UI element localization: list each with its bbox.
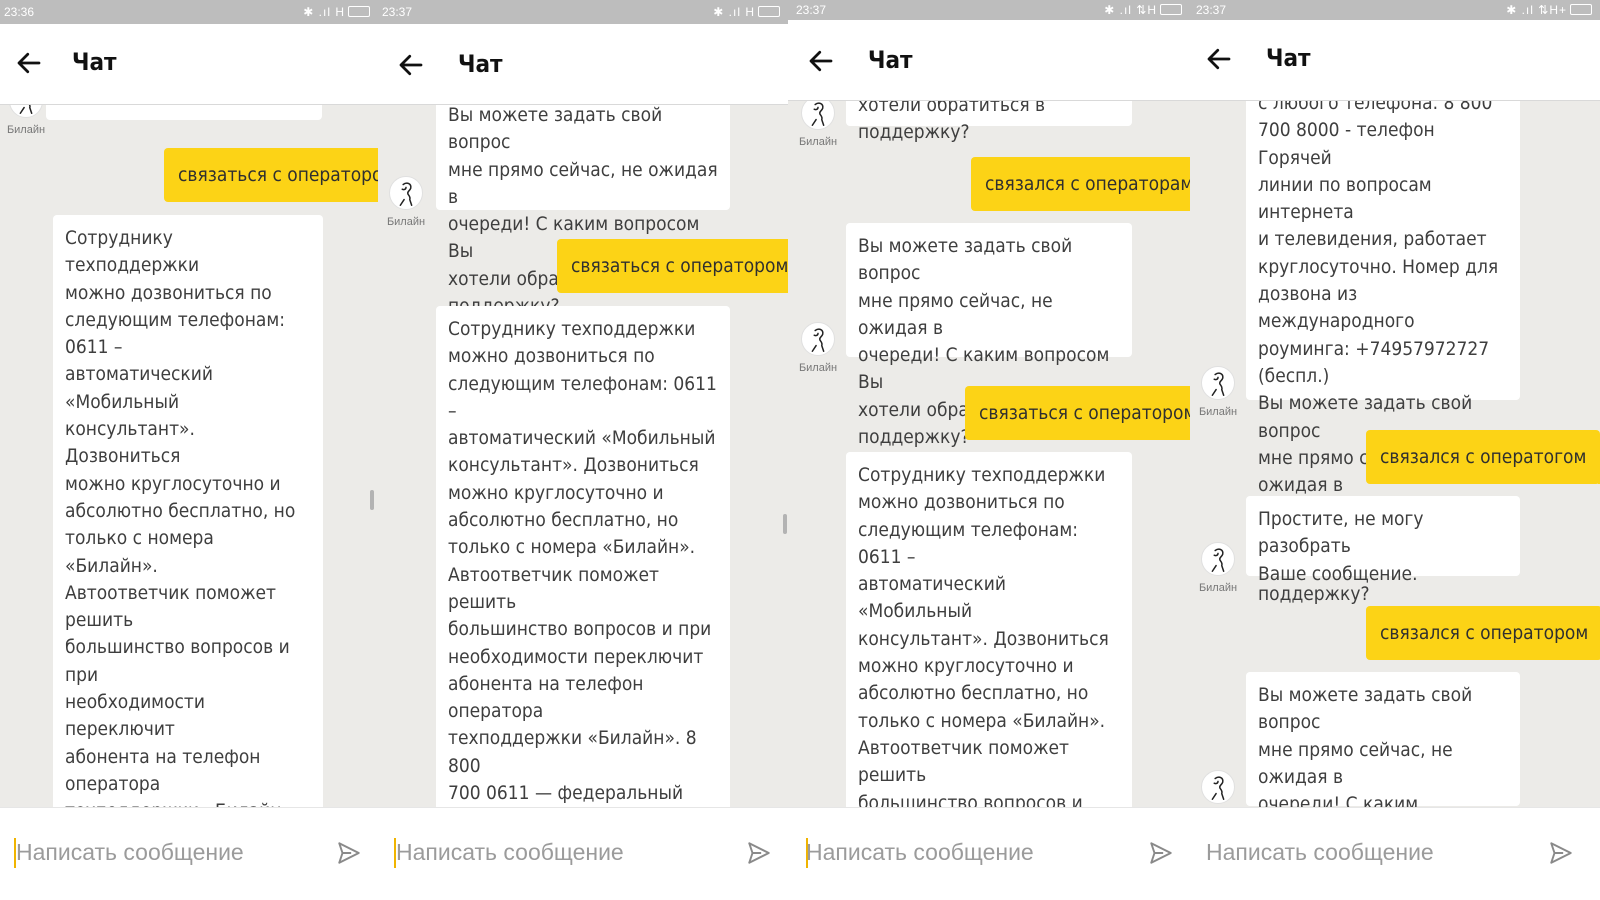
page-title: Чат (868, 46, 913, 74)
user-message: связаться с оператором (965, 386, 1190, 440)
beeline-avatar-icon (801, 100, 835, 130)
status-bar: 23:37 ✱ .ıl H (378, 0, 788, 24)
chat-screen-3: 23:37 ✱ .ıl ⇅H Чат хотели обратиться в п… (788, 0, 1190, 900)
status-time: 23:36 (4, 5, 35, 19)
chat-screen-2: 23:37 ✱ .ıl H Чат Вы можете задать свой … (378, 0, 788, 900)
user-message: связаться с оператором (557, 239, 788, 293)
status-bar: 23:37 ✱ .ıl ⇅H+ (1190, 0, 1600, 20)
send-icon[interactable] (336, 840, 362, 866)
back-arrow-icon[interactable] (806, 46, 836, 76)
message-input[interactable]: Написать сообщение (396, 839, 624, 866)
status-icons: ✱ .ıl ⇅H (1104, 3, 1182, 17)
bot-name: Билайн (798, 362, 838, 374)
scroll-indicator[interactable] (370, 490, 374, 510)
bot-message (46, 104, 322, 120)
app-bar: Чат (378, 24, 788, 105)
status-icons: ✱ .ıl H (303, 5, 370, 19)
bot-message: Вы можете задать свой вопрос мне прямо с… (436, 104, 730, 317)
beeline-avatar-icon (801, 322, 835, 356)
bot-message: Вы можете задать свой вопрос мне прямо с… (1246, 672, 1520, 808)
bot-message: Простите, не могу разобрать Ваше сообщен… (1246, 496, 1520, 585)
bot-message: Вы можете задать свой вопрос мне прямо с… (846, 223, 1132, 448)
bot-avatar: Билайн (1198, 366, 1238, 418)
bot-avatar: Билайн (1198, 542, 1238, 594)
message-input[interactable]: Написать сообщение (1206, 839, 1434, 866)
user-message: связался с оператогом (1366, 430, 1600, 484)
bot-avatar (1198, 770, 1238, 808)
chat-thread[interactable]: с любого телефона. 8 800 700 8000 - теле… (1190, 100, 1600, 808)
send-icon[interactable] (1548, 840, 1574, 866)
chat-screen-1: 23:36 ✱ .ıl H Чат Билайн связаться с опе… (0, 0, 378, 900)
status-icons: ✱ .ıl ⇅H+ (1506, 3, 1592, 17)
beeline-avatar-icon (389, 176, 423, 210)
beeline-avatar-icon (1201, 366, 1235, 400)
user-message: связался с оператором (1366, 606, 1600, 660)
message-input-bar: Написать сообщение (788, 807, 1190, 900)
battery-icon (1570, 4, 1592, 15)
user-message: связаться с оператором (164, 148, 378, 202)
page-title: Чат (72, 48, 117, 76)
app-bar: Чат (1190, 20, 1600, 101)
bot-message: Сотруднику техподдержки можно дозвонитьс… (436, 306, 730, 808)
message-input-bar: Написать сообщение (0, 807, 378, 900)
status-time: 23:37 (796, 3, 827, 17)
chat-thread[interactable]: хотели обратиться в поддержку? Билайн св… (788, 100, 1190, 808)
message-input-bar: Написать сообщение (378, 807, 788, 900)
battery-icon (758, 6, 780, 17)
bot-message: хотели обратиться в поддержку? (846, 100, 1132, 143)
send-icon[interactable] (746, 840, 772, 866)
page-title: Чат (1266, 44, 1311, 72)
status-time: 23:37 (382, 5, 413, 19)
beeline-avatar-icon (1201, 542, 1235, 576)
page-title: Чат (458, 50, 503, 78)
back-arrow-icon[interactable] (14, 48, 44, 78)
battery-icon (1160, 4, 1182, 15)
bot-name: Билайн (798, 136, 838, 148)
user-message: связался с операторам (971, 157, 1190, 211)
bot-name: Билайн (1198, 582, 1238, 594)
bot-avatar: Билайн (386, 176, 426, 228)
bot-avatar: Билайн (798, 100, 838, 148)
status-icons: ✱ .ıl H (713, 5, 780, 19)
scroll-indicator[interactable] (783, 514, 787, 534)
status-bar: 23:36 ✱ .ıl H (0, 0, 378, 24)
app-bar: Чат (0, 24, 378, 105)
bot-message: с любого телефона. 8 800 700 8000 - теле… (1246, 100, 1520, 605)
chat-thread[interactable]: Вы можете задать свой вопрос мне прямо с… (378, 104, 788, 808)
back-arrow-icon[interactable] (396, 50, 426, 80)
chat-screen-4: 23:37 ✱ .ıl ⇅H+ Чат с любого телефона. 8… (1190, 0, 1600, 900)
status-time: 23:37 (1196, 3, 1227, 17)
battery-icon (348, 6, 370, 17)
bot-avatar: Билайн (798, 322, 838, 374)
message-input-bar: Написать сообщение (1190, 807, 1600, 900)
message-input[interactable]: Написать сообщение (16, 839, 244, 866)
bot-message: Сотруднику техподдержки можно дозвонитьс… (846, 452, 1132, 808)
bot-name: Билайн (6, 124, 46, 136)
send-icon[interactable] (1148, 840, 1174, 866)
back-arrow-icon[interactable] (1204, 44, 1234, 74)
app-bar: Чат (788, 20, 1190, 101)
bot-name: Билайн (386, 216, 426, 228)
beeline-avatar-icon (1201, 770, 1235, 804)
bot-avatar: Билайн (6, 104, 46, 136)
chat-thread[interactable]: Билайн связаться с оператором Сотруднику… (0, 104, 378, 808)
beeline-avatar-icon (9, 104, 43, 118)
status-bar: 23:37 ✱ .ıl ⇅H (788, 0, 1190, 20)
message-input[interactable]: Написать сообщение (806, 839, 1034, 866)
bot-name: Билайн (1198, 406, 1238, 418)
bot-message: Сотруднику техподдержки можно дозвонитьс… (53, 215, 323, 808)
